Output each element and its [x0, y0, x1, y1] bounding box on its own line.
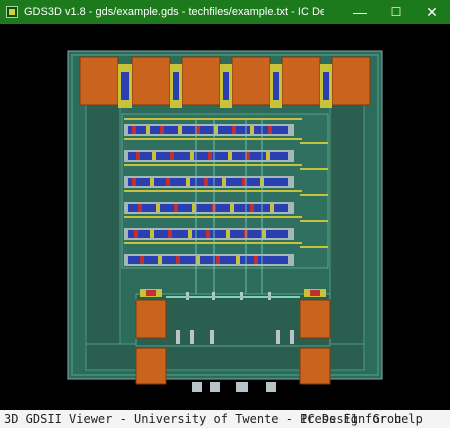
bond-pad: [135, 299, 167, 339]
gds3d-app-icon: [6, 6, 18, 18]
pad-via-stack: [121, 72, 129, 100]
top-bond-pads: [79, 56, 371, 108]
close-button[interactable]: ✕: [414, 0, 450, 24]
bond-pad: [79, 56, 119, 106]
bottom-contact: [266, 382, 276, 392]
pad-via-stack: [323, 72, 329, 100]
chip-layout-render: [67, 50, 383, 392]
maximize-button[interactable]: ☐: [378, 0, 414, 24]
status-bar: 3D GDSII Viewer - University of Twente -…: [0, 410, 450, 428]
title-bar: GDS3D v1.8 - gds/example.gds - techfiles…: [0, 0, 450, 24]
bond-pad: [131, 56, 171, 106]
minimize-button[interactable]: —: [342, 0, 378, 24]
bottom-contact: [192, 382, 202, 392]
pad-via-stack: [173, 72, 179, 100]
pad-via-stack: [223, 72, 229, 100]
bottom-contact: [210, 382, 220, 392]
bond-pad: [135, 347, 167, 385]
left-guard-ring: [85, 101, 121, 365]
pad-via-stack: [273, 72, 279, 100]
bond-pad: [299, 347, 331, 385]
right-guard-ring: [329, 101, 365, 365]
3d-layout-viewport[interactable]: [0, 24, 450, 410]
status-help-text: Press F1 for help: [300, 412, 423, 426]
bond-pad: [231, 56, 271, 106]
bond-pad: [181, 56, 221, 106]
bottom-contact: [236, 382, 248, 392]
bond-pad: [281, 56, 321, 106]
bond-pad: [299, 299, 331, 339]
window-title: GDS3D v1.8 - gds/example.gds - techfiles…: [24, 6, 324, 18]
bond-pad: [331, 56, 371, 106]
cell-row: [124, 254, 294, 266]
